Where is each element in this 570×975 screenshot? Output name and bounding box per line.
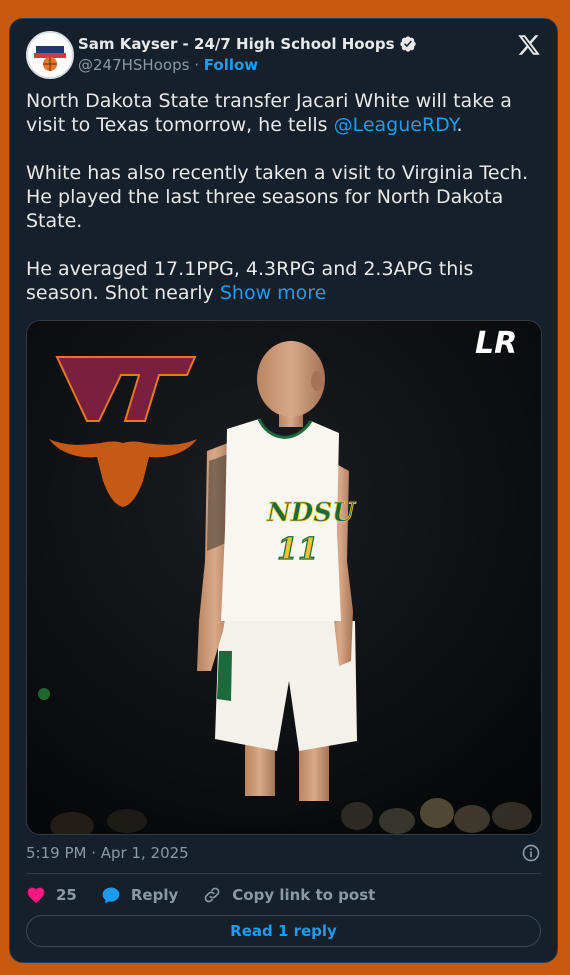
- action-bar: 25 Reply Copy link to post: [26, 885, 399, 905]
- like-count: 25: [56, 886, 77, 904]
- tweet-text: North Dakota State transfer Jacari White…: [26, 89, 546, 305]
- author-name[interactable]: Sam Kayser - 24/7 High School Hoops: [78, 35, 395, 53]
- author-handle[interactable]: @247HSHoops: [78, 56, 189, 74]
- svg-text:LR: LR: [475, 326, 517, 361]
- reply-button[interactable]: Reply: [101, 885, 178, 905]
- reply-label: Reply: [130, 886, 179, 904]
- verified-badge-icon: [399, 36, 416, 52]
- info-icon[interactable]: [521, 843, 541, 863]
- tweet-paragraph-2: White has also recently taken a visit to…: [26, 162, 529, 232]
- lr-watermark: LR: [475, 326, 517, 361]
- read-replies-button[interactable]: Read 1 reply: [26, 915, 541, 947]
- follow-button[interactable]: Follow: [204, 56, 258, 74]
- tweet-timestamp[interactable]: 5:19 PM · Apr 1, 2025: [26, 844, 189, 862]
- tweet-paragraph-1: North Dakota State transfer Jacari White…: [26, 89, 546, 137]
- tweet-header: Sam Kayser - 24/7 High School Hoops @247…: [26, 31, 541, 81]
- tweet-media-image[interactable]: LR NDSU 11: [26, 320, 542, 835]
- tweet-card: Sam Kayser - 24/7 High School Hoops @247…: [9, 18, 558, 963]
- divider: [26, 873, 541, 874]
- handle-separator: ·: [194, 56, 199, 74]
- avatar[interactable]: [26, 31, 74, 79]
- heart-icon: [27, 887, 45, 903]
- link-icon: [204, 887, 220, 903]
- reply-bubble-icon: [102, 887, 120, 904]
- copy-link-button[interactable]: Copy link to post: [202, 885, 375, 905]
- handle-row: @247HSHoops · Follow: [78, 56, 258, 74]
- svg-text:NDSU: NDSU: [266, 498, 356, 528]
- copy-link-label: Copy link to post: [232, 886, 376, 904]
- svg-text:11: 11: [277, 532, 319, 567]
- like-button[interactable]: 25: [26, 885, 77, 905]
- mention-link[interactable]: @LeagueRDY: [334, 114, 457, 136]
- x-logo-icon[interactable]: [517, 33, 541, 57]
- tweet-p1-end: .: [456, 114, 463, 136]
- tweet-paragraph-3: He averaged 17.1PPG, 4.3RPG and 2.3APG t…: [26, 257, 546, 305]
- show-more-link[interactable]: Show more: [220, 282, 327, 304]
- author-name-row: Sam Kayser - 24/7 High School Hoops: [78, 35, 417, 53]
